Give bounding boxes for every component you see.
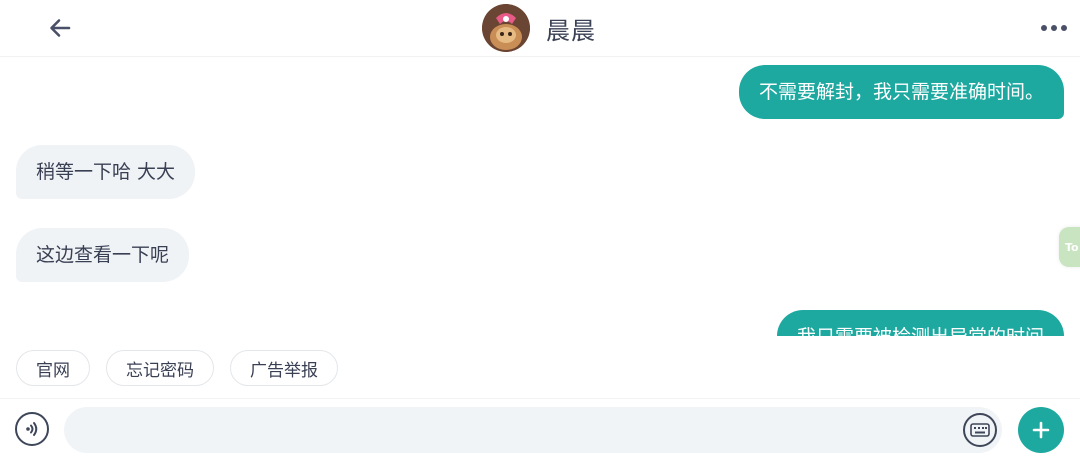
quick-reply-bar: 官网 忘记密码 广告举报 [16,350,338,386]
quick-reply-ad-report[interactable]: 广告举报 [230,350,338,386]
message-input[interactable] [64,407,1002,453]
back-button[interactable] [40,10,80,46]
floating-side-tab-label: To [1065,240,1079,254]
voice-button[interactable] [15,412,49,446]
arrow-left-icon [50,19,71,37]
chat-title: 晨晨 [546,16,596,45]
keyboard-button[interactable] [963,413,997,447]
more-button[interactable] [1036,14,1072,42]
message-bubble-outgoing[interactable]: 不需要解封，我只需要准确时间。 [738,65,1064,119]
quick-reply-official-site[interactable]: 官网 [16,350,90,386]
message-bubble-outgoing[interactable]: 我只需要被检测出异常的时间 [776,310,1064,336]
plus-button[interactable] [1018,407,1064,453]
voice-icon [26,422,38,436]
input-bar [0,398,1080,461]
quick-reply-forgot-password[interactable]: 忘记密码 [106,350,214,386]
floating-side-tab[interactable]: To [1059,227,1080,267]
message-bubble-incoming[interactable]: 这边查看一下呢 [16,228,190,282]
chat-screen: 晨晨 不需要解封，我只需要准确时间。 稍等一下哈 大大 这边查看一下呢 我只需要… [0,0,1080,461]
chat-title-group[interactable]: 晨晨 [482,4,596,52]
plus-icon [1032,421,1050,439]
message-list[interactable]: 不需要解封，我只需要准确时间。 稍等一下哈 大大 这边查看一下呢 我只需要被检测… [0,57,1080,336]
chat-header: 晨晨 [0,0,1080,57]
keyboard-icon [970,423,990,437]
message-bubble-incoming[interactable]: 稍等一下哈 大大 [16,145,196,199]
more-horizontal-icon [1041,25,1067,31]
avatar[interactable] [482,4,530,52]
